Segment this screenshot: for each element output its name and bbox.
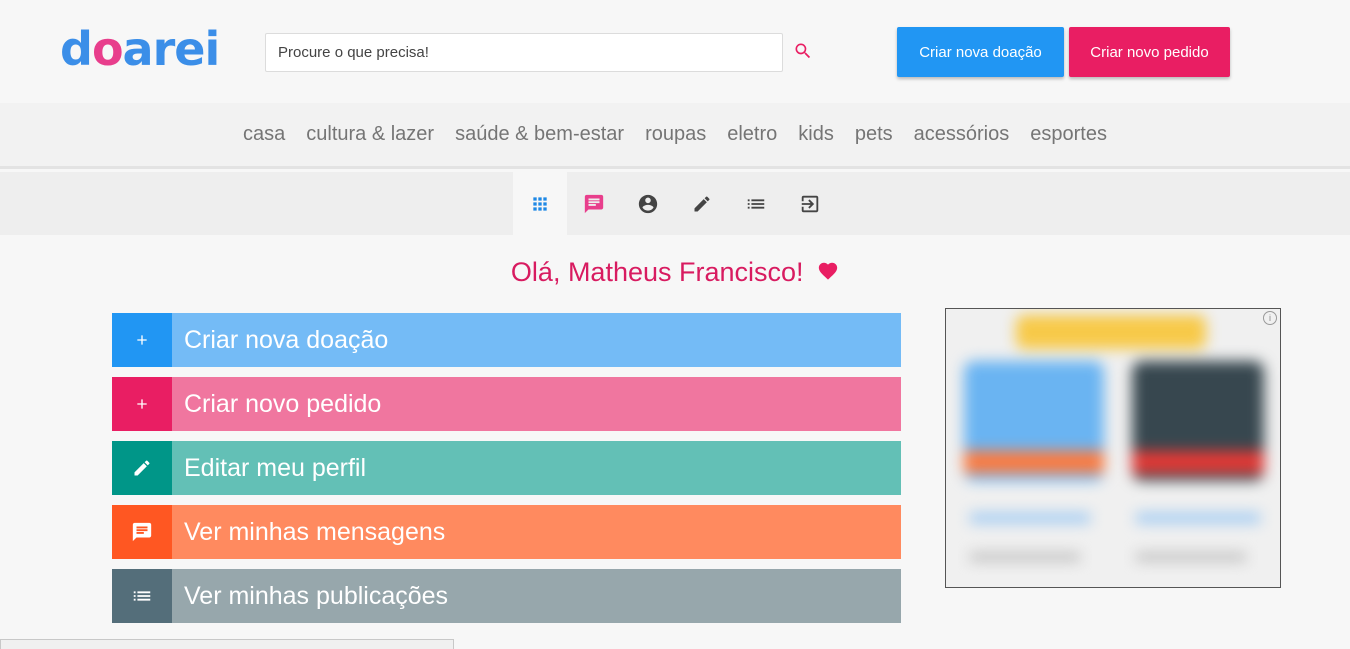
action-label: Ver minhas mensagens bbox=[172, 505, 901, 559]
greeting-text: Olá, Matheus Francisco! bbox=[510, 257, 804, 287]
ad-blurred-content bbox=[946, 309, 1280, 587]
search-icon bbox=[795, 43, 811, 59]
create-donation-button[interactable]: Criar nova doação bbox=[897, 27, 1064, 77]
ad-info-icon[interactable]: i bbox=[1263, 311, 1277, 325]
message-icon bbox=[112, 505, 172, 559]
greeting: Olá, Matheus Francisco! bbox=[0, 257, 1350, 289]
action-label: Editar meu perfil bbox=[172, 441, 901, 495]
logo[interactable]: d o arei bbox=[60, 22, 221, 76]
action-label: Ver minhas publicações bbox=[172, 569, 901, 623]
message-icon bbox=[584, 194, 604, 213]
pencil-icon bbox=[694, 195, 710, 211]
category-kids[interactable]: kids bbox=[798, 123, 834, 146]
list-icon bbox=[747, 198, 765, 209]
action-create-donation[interactable]: Criar nova doação bbox=[112, 313, 901, 367]
action-label: Criar novo pedido bbox=[172, 377, 901, 431]
category-saude-bem-estar[interactable]: saúde & bem-estar bbox=[455, 123, 624, 146]
plus-icon bbox=[112, 313, 172, 367]
logo-part-1: d bbox=[60, 22, 93, 76]
category-esportes[interactable]: esportes bbox=[1030, 123, 1107, 146]
logo-part-3: arei bbox=[122, 22, 221, 76]
browser-status-bar bbox=[0, 639, 454, 649]
heart-icon bbox=[817, 258, 839, 289]
category-pets[interactable]: pets bbox=[855, 123, 893, 146]
tab-logout[interactable] bbox=[783, 172, 837, 235]
action-view-publications[interactable]: Ver minhas publicações bbox=[112, 569, 901, 623]
search-input[interactable] bbox=[265, 33, 783, 72]
tab-dashboard[interactable] bbox=[513, 172, 567, 235]
grid-icon bbox=[533, 196, 547, 211]
category-roupas[interactable]: roupas bbox=[645, 123, 706, 146]
logout-icon bbox=[801, 195, 819, 212]
pencil-icon bbox=[112, 441, 172, 495]
tab-publications[interactable] bbox=[729, 172, 783, 235]
list-icon bbox=[112, 569, 172, 623]
header: doarei Criar nova doação Criar novo pedi… bbox=[0, 0, 1350, 103]
plus-icon bbox=[112, 377, 172, 431]
category-acessorios[interactable]: acessórios bbox=[914, 123, 1010, 146]
tab-edit[interactable] bbox=[675, 172, 729, 235]
tab-profile[interactable] bbox=[621, 172, 675, 235]
logo-part-2: o bbox=[91, 22, 124, 76]
action-view-messages[interactable]: Ver minhas mensagens bbox=[112, 505, 901, 559]
create-request-button[interactable]: Criar novo pedido bbox=[1069, 27, 1230, 77]
category-eletro[interactable]: eletro bbox=[727, 123, 777, 146]
tab-messages[interactable] bbox=[567, 172, 621, 235]
dashboard-icon-bar bbox=[0, 172, 1350, 235]
category-casa[interactable]: casa bbox=[243, 123, 285, 146]
advertisement[interactable]: i bbox=[945, 308, 1281, 588]
category-cultura-lazer[interactable]: cultura & lazer bbox=[306, 123, 434, 146]
action-edit-profile[interactable]: Editar meu perfil bbox=[112, 441, 901, 495]
action-create-request[interactable]: Criar novo pedido bbox=[112, 377, 901, 431]
search-button[interactable] bbox=[790, 38, 816, 64]
category-nav: casa cultura & lazer saúde & bem-estar r… bbox=[0, 103, 1350, 169]
account-icon bbox=[638, 194, 658, 213]
action-label: Criar nova doação bbox=[172, 313, 901, 367]
